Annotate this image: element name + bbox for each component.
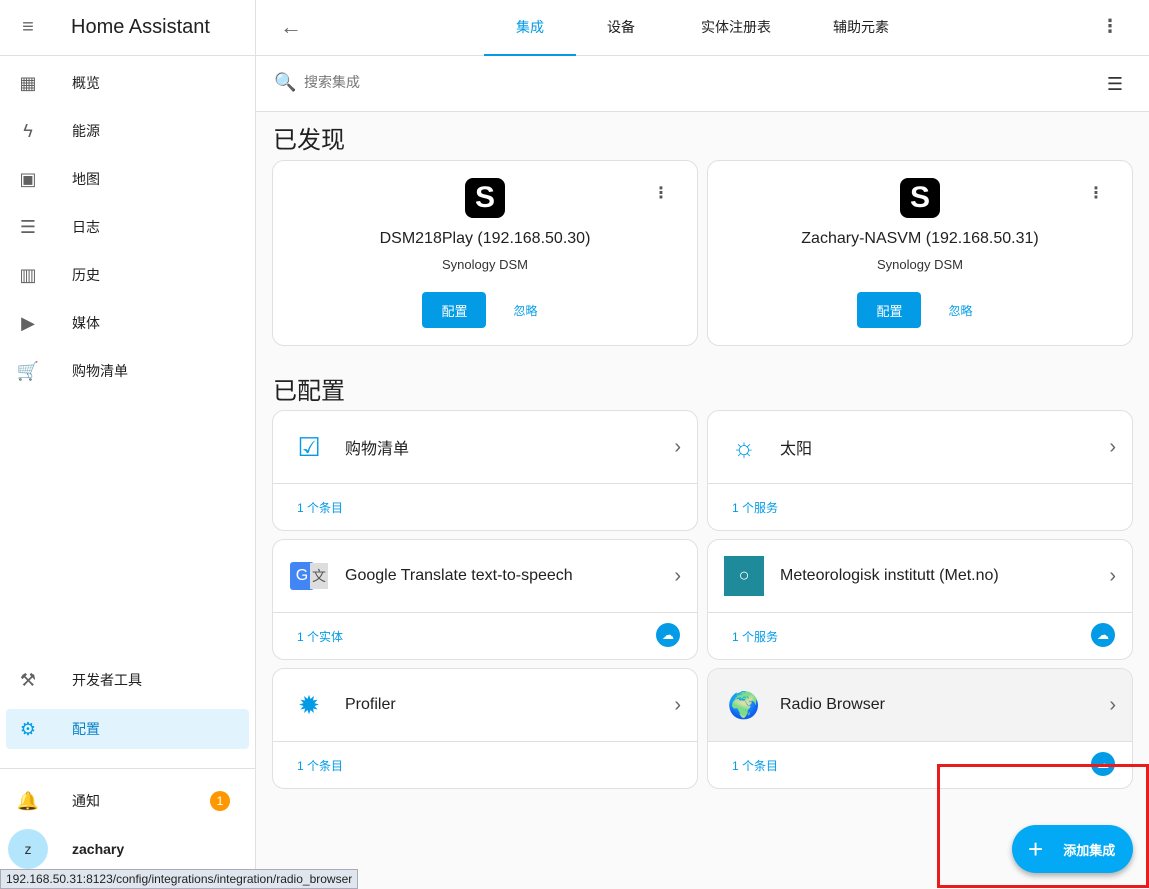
bell-icon: 🔔 [16,790,40,811]
device-name: DSM218Play (192.168.50.30) [379,230,591,247]
synology-logo-icon: S [900,178,940,218]
back-arrow-icon[interactable]: ← [280,14,302,40]
menu-collapse-icon[interactable]: ≡ [0,16,56,39]
map-icon: ▣ [19,168,37,189]
integration-name: Meteorologisk institutt (Met.no) [780,567,999,584]
sidebar-item-logbook[interactable]: ☰ 日志 [6,207,249,247]
more-vert-icon[interactable]: ⋮ [1088,183,1104,203]
chevron-right-icon: › [674,564,681,587]
sidebar-item-dev-tools[interactable]: ⚒ 开发者工具 [6,660,249,700]
cart-icon: 🛒 [16,360,40,381]
notification-badge: 1 [210,791,230,811]
configured-heading: 已配置 [273,378,345,405]
integration-card-radio-browser[interactable]: 🌍 Radio Browser › 1 个条目 ☁ [707,668,1133,789]
sidebar-item-overview[interactable]: ▦ 概览 [6,63,249,103]
search-icon: 🔍 [274,72,297,92]
integration-card-google-translate[interactable]: G 文 Google Translate text-to-speech › 1 个实体… [272,539,698,660]
met-no-logo-icon: ○ [724,556,764,596]
tab-integrations[interactable]: 集成 [484,0,576,56]
divider [0,768,255,769]
search-bar: 🔍 ☰ [256,56,1149,112]
sidebar-item-history[interactable]: ▥ 历史 [6,255,249,295]
integration-name: Profiler [345,696,396,713]
chart-icon: ▥ [19,264,37,285]
chevron-right-icon: › [1109,693,1116,716]
search-input[interactable] [304,74,904,90]
plus-icon: + [1028,833,1044,864]
tab-entities[interactable]: 实体注册表 [686,0,786,56]
sidebar: ≡ Home Assistant ▦ 概览 ϟ 能源 ▣ 地图 ☰ 日志 ▥ 历史 ▶ 媒体… [0,0,256,889]
chevron-right-icon: › [674,435,681,458]
integration-name: Synology DSM [442,257,528,272]
service-count-link[interactable]: 1 个服务 [732,628,778,645]
checklist-icon: ☑ [297,431,321,462]
integration-name: 太阳 [780,441,813,458]
app-title: Home Assistant [71,16,210,38]
chevron-right-icon: › [1109,435,1116,458]
entry-count-link[interactable]: 1 个条目 [732,757,778,774]
ignore-button[interactable]: 忽略 [948,302,972,319]
dashboard-icon: ▦ [19,72,37,93]
integration-card-sun[interactable]: ☼ 太阳 › 1 个服务 [707,410,1133,531]
sidebar-item-media[interactable]: ▶ 媒体 [6,303,249,343]
integration-name: Google Translate text-to-speech [345,567,573,584]
configure-button[interactable]: 配置 [857,292,922,328]
integration-card-shopping-list[interactable]: ☑ 购物清单 › 1 个条目 [272,410,698,531]
ignore-button[interactable]: 忽略 [513,302,537,319]
synology-logo-icon: S [465,178,505,218]
more-vert-icon[interactable]: ⋮ [1101,16,1119,37]
bug-icon: ✹ [298,689,320,720]
integration-card-met-no[interactable]: ○ Meteorologisk institutt (Met.no) › 1 个服务… [707,539,1133,660]
filter-icon[interactable]: ☰ [1107,74,1123,95]
sidebar-item-user[interactable]: z zachary [6,829,249,869]
media-icon: ▶ [21,312,35,333]
sidebar-item-config[interactable]: ⚙ 配置 [6,709,249,749]
sidebar-item-notifications[interactable]: 🔔 通知 1 [6,781,249,821]
avatar: z [8,829,48,869]
tab-helpers[interactable]: 辅助元素 [816,0,906,56]
chevron-right-icon: › [1109,564,1116,587]
list-icon: ☰ [19,216,37,237]
add-integration-button[interactable]: + 添加集成 [1012,825,1133,873]
more-vert-icon[interactable]: ⋮ [653,183,669,203]
entry-count-link[interactable]: 1 个条目 [297,499,343,516]
cloud-icon: ☁ [656,623,680,647]
sidebar-item-map[interactable]: ▣ 地图 [6,159,249,199]
sidebar-item-shopping-list[interactable]: 🛒 购物清单 [6,351,249,391]
configure-button[interactable]: 配置 [422,292,487,328]
device-name: Zachary-NASVM (192.168.50.31) [801,230,1039,247]
cloud-icon: ☁ [1091,623,1115,647]
radio-browser-logo-icon: 🌍 [727,689,761,720]
chevron-right-icon: › [674,693,681,716]
tab-devices[interactable]: 设备 [586,0,656,56]
sidebar-item-energy[interactable]: ϟ 能源 [6,111,249,151]
integration-name: Synology DSM [877,257,963,272]
gear-icon: ⚙ [19,718,37,739]
discovered-card: ⋮ S DSM218Play (192.168.50.30) Synology … [272,160,698,346]
integration-name: Radio Browser [780,696,885,713]
top-bar: ← 集成 设备 实体注册表 辅助元素 ⋮ [256,0,1149,56]
hammer-icon: ⚒ [19,669,37,690]
service-count-link[interactable]: 1 个服务 [732,499,778,516]
discovered-card: ⋮ S Zachary-NASVM (192.168.50.31) Synolo… [707,160,1133,346]
discovered-heading: 已发现 [273,127,345,154]
lightning-icon: ϟ [23,120,33,141]
entity-count-link[interactable]: 1 个实体 [297,628,343,645]
google-translate-icon: G文 [289,556,329,596]
cloud-icon: ☁ [1091,752,1115,776]
entry-count-link[interactable]: 1 个条目 [297,757,343,774]
integration-card-profiler[interactable]: ✹ Profiler › 1 个条目 [272,668,698,789]
sun-icon: ☼ [732,431,756,462]
status-bar-url: 192.168.50.31:8123/config/integrations/i… [0,869,359,889]
integration-name: 购物清单 [345,441,410,458]
